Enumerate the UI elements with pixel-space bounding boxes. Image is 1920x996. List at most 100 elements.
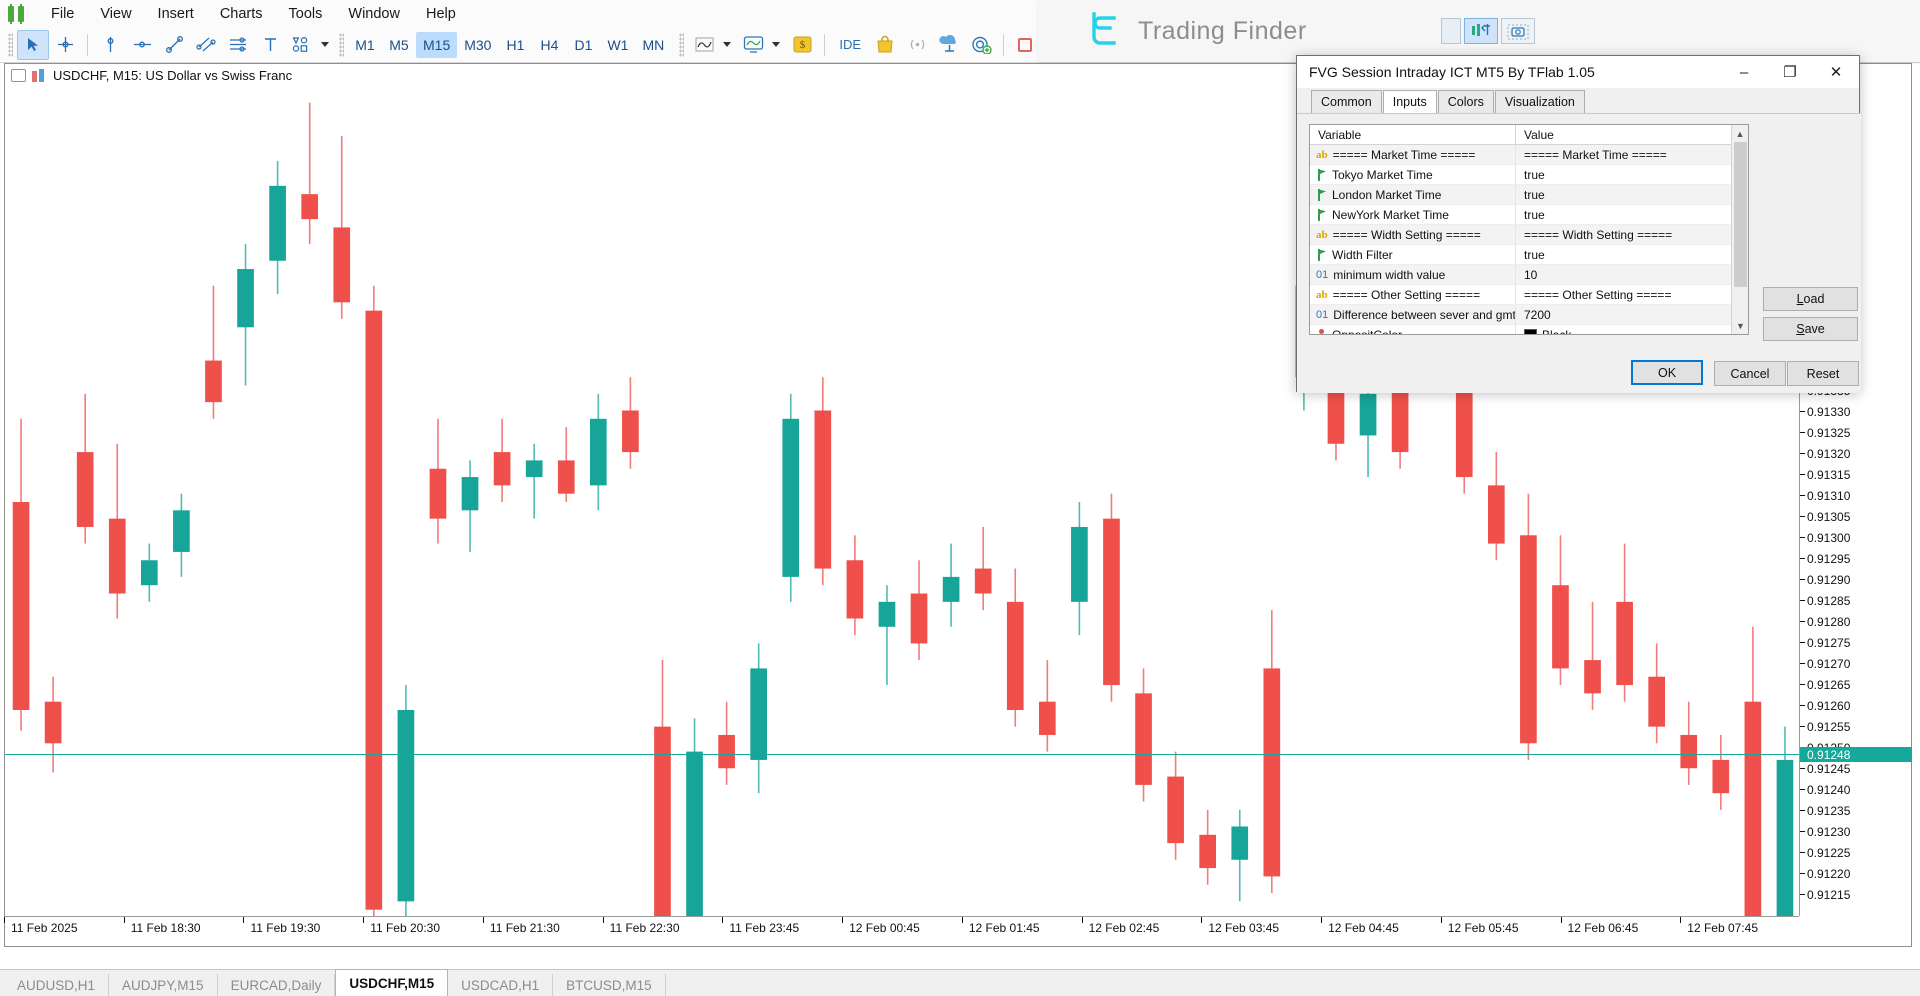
timeframe-button-mn[interactable]: MN [635,32,671,58]
load-button[interactable]: Load [1763,287,1858,311]
inputs-grid-row[interactable]: London Market Timetrue [1310,185,1748,205]
crosshair-tool-button[interactable] [49,30,81,60]
menu-item-charts[interactable]: Charts [207,2,276,26]
input-value-cell[interactable]: true [1516,185,1748,204]
inputs-grid-row[interactable]: 01minimum width value10 [1310,265,1748,285]
time-axis[interactable]: 11 Feb 202511 Feb 18:3011 Feb 19:3011 Fe… [5,916,1799,946]
inputs-grid-row[interactable]: NewYork Market Timetrue [1310,205,1748,225]
price-label: 0.91230 [1800,824,1912,839]
shapes-dropdown-caret-icon[interactable] [321,42,329,47]
inputs-grid-row[interactable]: 01Difference between sever and gmt7200 [1310,305,1748,325]
inputs-grid-row[interactable]: OppositColor Black [1310,325,1748,335]
save-button[interactable]: Save [1763,317,1858,341]
input-variable-cell[interactable]: NewYork Market Time [1310,205,1516,224]
input-value-cell[interactable]: Black [1516,325,1748,335]
chart-tab-audjpy-m15[interactable]: AUDJPY,M15 [109,974,218,996]
menu-item-window[interactable]: Window [335,2,413,26]
input-variable-cell[interactable]: Width Filter [1310,245,1516,264]
chart-tab-btcusd-m15[interactable]: BTCUSD,M15 [553,974,666,996]
menu-item-help[interactable]: Help [413,2,469,26]
horizontal-line-tool-button[interactable] [126,30,158,60]
toolbar-grip[interactable] [8,33,13,57]
timeframe-button-m30[interactable]: M30 [457,32,498,58]
input-value-cell[interactable]: true [1516,165,1748,184]
input-value-cell[interactable]: 7200 [1516,305,1748,324]
market-watch-button[interactable]: $ [786,30,818,60]
dialog-title-bar[interactable]: FVG Session Intraday ICT MT5 By TFlab 1.… [1297,56,1859,88]
input-value-cell[interactable]: true [1516,205,1748,224]
input-variable-cell[interactable]: Tokyo Market Time [1310,165,1516,184]
input-variable-cell[interactable]: ab===== Other Setting ===== [1310,285,1516,304]
cursor-tool-button[interactable] [17,30,49,60]
menu-item-insert[interactable]: Insert [145,2,207,26]
dialog-tab-colors[interactable]: Colors [1438,90,1494,113]
dialog-tab-visualization[interactable]: Visualization [1495,90,1585,113]
input-value-cell[interactable]: ===== Other Setting ===== [1516,285,1748,304]
ok-button[interactable]: OK [1631,360,1703,385]
chart-type-caret-icon[interactable] [723,42,731,47]
overlay-screenshot-icon[interactable] [1501,18,1535,44]
input-variable-cell[interactable]: ab===== Width Setting ===== [1310,225,1516,244]
dialog-maximize-button[interactable]: ❐ [1767,56,1813,88]
input-value-cell[interactable]: 10 [1516,265,1748,284]
timeframe-button-h1[interactable]: H1 [498,32,532,58]
ide-button[interactable]: IDE [831,30,869,60]
overlay-tool-1-icon[interactable] [1441,18,1461,44]
scroll-down-icon[interactable]: ▼ [1732,317,1749,334]
inputs-grid-row[interactable]: ab===== Market Time ========== Market Ti… [1310,145,1748,165]
input-variable-cell[interactable]: 01Difference between sever and gmt [1310,305,1516,324]
inputs-grid-scrollbar[interactable]: ▲ ▼ [1731,125,1748,334]
scroll-up-icon[interactable]: ▲ [1732,125,1748,142]
text-tool-button[interactable] [254,30,286,60]
dialog-tab-inputs[interactable]: Inputs [1383,90,1437,114]
timeframe-button-d1[interactable]: D1 [566,32,600,58]
inputs-grid[interactable]: Variable Value ab===== Market Time =====… [1309,124,1749,335]
inputs-grid-row[interactable]: ab===== Width Setting ========== Width S… [1310,225,1748,245]
channel-tool-button[interactable] [190,30,222,60]
timeframe-button-w1[interactable]: W1 [600,32,635,58]
menu-item-file[interactable]: File [38,2,87,26]
input-variable-text: OppositColor [1332,328,1402,336]
timeframe-button-m1[interactable]: M1 [348,32,382,58]
input-variable-cell[interactable]: ab===== Market Time ===== [1310,145,1516,164]
toolbar-grip-3[interactable] [679,33,684,57]
dialog-close-button[interactable]: ✕ [1813,56,1859,88]
input-variable-cell[interactable]: OppositColor [1310,325,1516,335]
vertical-line-tool-button[interactable] [94,30,126,60]
indicator-caret-icon[interactable] [772,42,780,47]
input-variable-cell[interactable]: 01minimum width value [1310,265,1516,284]
vps-signal-icon[interactable] [965,30,997,60]
cloud-upload-icon[interactable] [933,30,965,60]
signal-broadcast-icon[interactable] [901,30,933,60]
candle-body [462,477,479,510]
indicator-button[interactable] [737,30,769,60]
timeframe-button-h4[interactable]: H4 [532,32,566,58]
chart-tab-audusd-h1[interactable]: AUDUSD,H1 [4,974,109,996]
input-value-cell[interactable]: ===== Width Setting ===== [1516,225,1748,244]
inputs-grid-row[interactable]: Tokyo Market Timetrue [1310,165,1748,185]
chart-tab-eurcad-daily[interactable]: EURCAD,Daily [218,974,336,996]
overlay-candles-icon[interactable] [1464,18,1498,44]
chart-tab-usdcad-h1[interactable]: USDCAD,H1 [448,974,553,996]
input-variable-cell[interactable]: London Market Time [1310,185,1516,204]
dialog-minimize-button[interactable]: – [1721,56,1767,88]
chart-type-line-button[interactable] [688,30,720,60]
shapes-tool-button[interactable] [286,30,318,60]
cancel-button[interactable]: Cancel [1714,361,1786,386]
timeframe-button-m5[interactable]: M5 [382,32,416,58]
toolbar-grip-2[interactable] [339,33,344,57]
scrollbar-thumb[interactable] [1734,142,1747,287]
fibonacci-tool-button[interactable] [222,30,254,60]
menu-item-view[interactable]: View [87,2,144,26]
dialog-tab-common[interactable]: Common [1311,90,1382,113]
market-bag-icon[interactable] [869,30,901,60]
timeframe-button-m15[interactable]: M15 [416,32,457,58]
chart-tab-usdchf-m15[interactable]: USDCHF,M15 [335,969,448,996]
trendline-tool-button[interactable] [158,30,190,60]
reset-button[interactable]: Reset [1787,361,1859,386]
input-value-cell[interactable]: ===== Market Time ===== [1516,145,1748,164]
inputs-grid-row[interactable]: Width Filtertrue [1310,245,1748,265]
inputs-grid-row[interactable]: ab===== Other Setting ========== Other S… [1310,285,1748,305]
input-value-cell[interactable]: true [1516,245,1748,264]
menu-item-tools[interactable]: Tools [276,2,336,26]
